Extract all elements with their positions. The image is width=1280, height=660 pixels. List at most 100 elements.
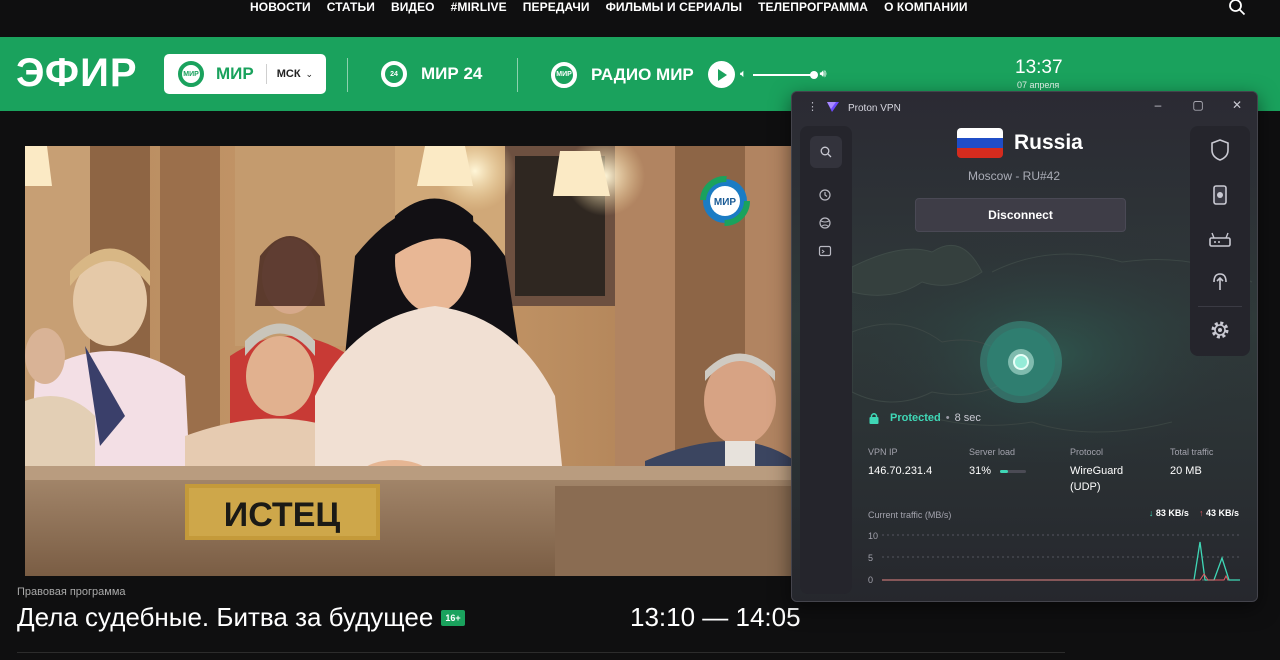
stat-label: Server load: [969, 447, 1016, 457]
separator-dot: •: [945, 412, 950, 424]
download-arrow-icon: ↓: [1148, 508, 1154, 518]
divider: [17, 652, 1065, 653]
volume-low-icon: 🔈︎: [740, 68, 747, 80]
port-forwarding-icon[interactable]: [1206, 226, 1234, 254]
program-title-row: Дела судебные. Битва за будущее 16+: [17, 602, 465, 633]
traffic-graph: [882, 534, 1240, 581]
y-tick: 10: [868, 531, 879, 541]
download-series-line: [882, 541, 1240, 581]
y-tick: 5: [868, 553, 874, 563]
volume-high-icon: 🔊︎: [819, 68, 827, 80]
stat-vpn-ip: VPN IP 146.70.231.4: [868, 447, 932, 479]
maximize-button[interactable]: ▢: [1191, 98, 1205, 112]
download-speed: ↓ 83 KB/s: [1148, 508, 1189, 518]
nav-link-about[interactable]: О КОМПАНИИ: [884, 0, 968, 14]
traffic-label: Current traffic (MB/s): [868, 510, 952, 520]
channel-name: РАДИО МИР: [591, 64, 694, 84]
status-label: Protected: [890, 412, 941, 424]
channel-name: МИР 24: [421, 64, 483, 83]
channel-name: МИР: [216, 64, 254, 83]
recents-icon[interactable]: [818, 188, 832, 202]
killswitch-icon[interactable]: [1206, 181, 1234, 209]
connected-country: Russia: [1014, 131, 1083, 154]
stat-value: 146.70.231.4: [868, 465, 933, 477]
stat-label: VPN IP: [868, 447, 898, 457]
vpn-app-title: Proton VPN: [848, 103, 901, 114]
radio-mir-logo-icon: МИР: [551, 61, 577, 88]
nav-link-shows[interactable]: ПЕРЕДАЧИ: [523, 0, 590, 14]
stat-value-row: 31%: [969, 463, 1027, 479]
divider: [265, 64, 267, 84]
video-frame: МИР ИСТЕЦ: [25, 146, 795, 576]
program-title[interactable]: Дела судебные. Битва за будущее: [17, 602, 433, 633]
stat-total-traffic: Total traffic 20 MB: [1170, 447, 1213, 479]
program-time: 13:10 — 14:05: [630, 602, 801, 632]
divider: [1198, 306, 1242, 307]
upload-arrow-icon: ↑: [1198, 508, 1204, 518]
stat-protocol: Protocol WireGuard (UDP): [1070, 447, 1150, 495]
connection-status: Protected • 8 sec: [868, 412, 981, 424]
region-dropdown[interactable]: МСК: [277, 68, 301, 80]
upload-series-line: [882, 573, 1229, 581]
country-search-button[interactable]: [810, 136, 842, 168]
channel-selector-mir[interactable]: МИР МИР МСК ⌄: [164, 54, 326, 94]
age-rating-badge: 16+: [441, 609, 465, 626]
program-type: Правовая программа: [17, 586, 126, 598]
channel-radio-mir[interactable]: МИР РАДИО МИР: [551, 61, 735, 88]
traffic-speeds: ↓ 83 KB/s ↑ 43 KB/s: [1149, 508, 1239, 518]
proton-vpn-logo-icon: [827, 102, 839, 112]
nav-links: НОВОСТИ СТАТЬИ ВИДЕО #MIRLIVE ПЕРЕДАЧИ Ф…: [250, 0, 968, 14]
gear-icon[interactable]: [1206, 316, 1234, 344]
minimize-button[interactable]: –: [1151, 98, 1165, 112]
vpn-titlebar: ⋮ Proton VPN – ▢ ✕: [792, 92, 1257, 122]
nav-link-news[interactable]: НОВОСТИ: [250, 0, 311, 14]
disconnect-button[interactable]: Disconnect: [915, 198, 1126, 232]
stat-value: WireGuard (UDP): [1070, 465, 1124, 493]
stat-label: Total traffic: [1170, 447, 1214, 457]
vpn-sidebar: [800, 126, 852, 594]
video-player[interactable]: МИР ИСТЕЦ: [25, 146, 795, 576]
broadcast-date: 07 апреля: [1017, 80, 1060, 90]
play-icon: [718, 68, 728, 81]
play-button[interactable]: [707, 61, 735, 88]
nav-link-mirlive[interactable]: #MIRLIVE: [451, 0, 507, 14]
y-tick: 0: [868, 575, 874, 585]
search-icon[interactable]: [1228, 0, 1246, 16]
connection-duration: 8 sec: [954, 412, 981, 424]
nav-link-articles[interactable]: СТАТЬИ: [327, 0, 375, 14]
chevron-down-icon[interactable]: ⌄: [306, 69, 314, 80]
stat-value: 20 MB: [1170, 465, 1202, 477]
search-icon: [820, 146, 832, 158]
connected-server: Moscow - RU#42: [968, 169, 1061, 183]
netshield-icon[interactable]: [1206, 136, 1234, 164]
stat-value: 31%: [969, 465, 992, 477]
server-load-bar: [1000, 469, 1027, 473]
divider: [517, 58, 518, 92]
stat-label: Protocol: [1070, 447, 1104, 457]
mir24-logo-icon: 24: [381, 61, 407, 87]
divider: [347, 58, 348, 92]
profiles-icon[interactable]: [818, 244, 832, 258]
server-load-fill: [1000, 469, 1009, 473]
menu-dots-icon[interactable]: ⋮: [807, 100, 818, 113]
nav-link-films[interactable]: ФИЛЬМЫ И СЕРИАЛЫ: [606, 0, 743, 14]
upload-speed: ↑ 43 KB/s: [1198, 508, 1239, 518]
top-nav: НОВОСТИ СТАТЬИ ВИДЕО #MIRLIVE ПЕРЕДАЧИ Ф…: [0, 0, 1280, 36]
volume-slider[interactable]: 🔈︎ 🔊︎: [740, 68, 827, 81]
channel-mir24[interactable]: 24 МИР 24: [381, 61, 482, 87]
channel-bug: МИР: [714, 197, 737, 208]
russia-flag-icon: [957, 128, 1003, 158]
vpn-window: ⋮ Proton VPN – ▢ ✕ Russia Moscow - RU#42…: [791, 91, 1258, 602]
globe-icon[interactable]: [818, 216, 832, 230]
nav-link-video[interactable]: ВИДЕО: [391, 0, 435, 14]
broadcast-time: 13:37: [1015, 57, 1063, 78]
lock-icon: [869, 413, 879, 424]
volume-track[interactable]: [752, 73, 813, 76]
vpn-features-panel: [1190, 126, 1250, 356]
stat-server-load: Server load 31%: [969, 447, 1027, 479]
nav-link-tvguide[interactable]: ТЕЛЕПРОГРАММА: [758, 0, 868, 14]
defendant-nameplate: ИСТЕЦ: [224, 496, 341, 534]
split-tunneling-icon[interactable]: [1206, 268, 1234, 296]
close-button[interactable]: ✕: [1230, 98, 1244, 112]
broadcast-title: ЭФИР: [16, 51, 138, 95]
